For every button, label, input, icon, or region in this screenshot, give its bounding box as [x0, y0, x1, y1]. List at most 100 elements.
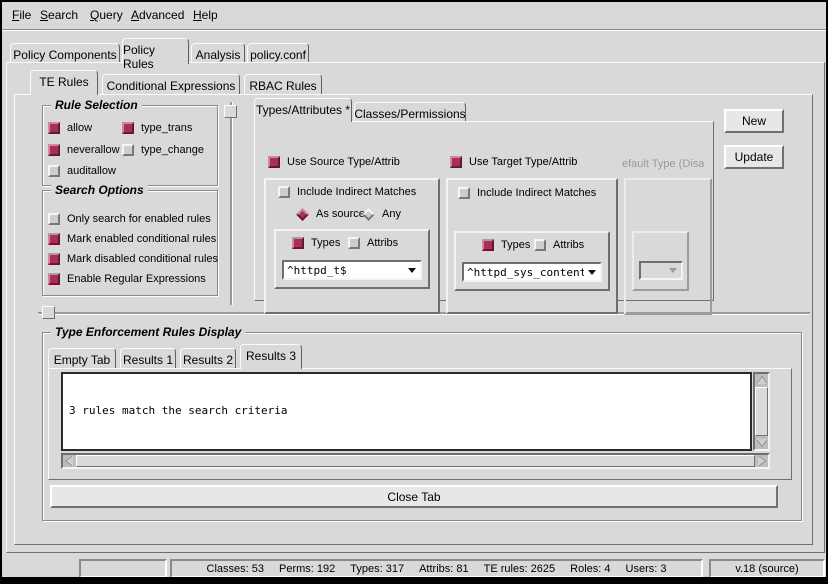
policy-statistics: Classes: 53 Perms: 192 Types: 317 Attrib… — [207, 563, 667, 575]
checkbox-target-indirect[interactable]: Include Indirect Matches — [458, 187, 596, 199]
checkbox-use-target-type[interactable]: Use Target Type/Attrib — [450, 156, 577, 168]
tab-empty-tab[interactable]: Empty Tab — [48, 348, 116, 368]
target-types-checkbox-indicator[interactable] — [482, 239, 494, 251]
checkbox-source-types[interactable]: Types — [292, 237, 340, 249]
status-panel-empty — [79, 559, 167, 578]
horizontal-scroll-thumb[interactable] — [76, 455, 755, 467]
default-type-dropdown-icon — [665, 263, 681, 278]
stat-types: Types: 317 — [350, 563, 404, 575]
menu-query[interactable]: Query — [90, 8, 123, 22]
scroll-left-icon[interactable] — [63, 455, 76, 467]
stat-users: Users: 3 — [626, 563, 667, 575]
te-rules-display-title: Type Enforcement Rules Display — [51, 325, 245, 339]
results-summary-line: 3 rules match the search criteria — [69, 404, 744, 418]
tab-te-rules[interactable]: TE Rules — [30, 70, 98, 95]
horizontal-sash-handle[interactable] — [42, 306, 55, 319]
tab-conditional-expressions[interactable]: Conditional Expressions — [102, 74, 240, 94]
checkbox-source-indirect[interactable]: Include Indirect Matches — [278, 186, 416, 198]
checkbox-enable-regex[interactable]: Enable Regular Expressions — [48, 273, 206, 285]
checkbox-mark-enabled-conditional[interactable]: Mark enabled conditional rules — [48, 233, 216, 245]
use-source-checkbox-indicator[interactable] — [268, 156, 280, 168]
target-attribs-checkbox-indicator[interactable] — [534, 239, 546, 251]
checkbox-target-attribs[interactable]: Attribs — [534, 239, 584, 251]
any-radio-indicator[interactable] — [362, 208, 375, 221]
stat-attribs: Attribs: 81 — [419, 563, 469, 575]
source-type-combobox[interactable]: ^httpd_t$ — [282, 260, 422, 280]
checkbox-source-attribs[interactable]: Attribs — [348, 237, 398, 249]
tab-rbac-rules[interactable]: RBAC Rules — [244, 74, 322, 94]
policy-version: v.18 (source) — [735, 563, 798, 575]
checkbox-auditallow[interactable]: auditallow — [48, 165, 116, 177]
tab-types-attributes[interactable]: Types/Attributes * — [254, 98, 352, 122]
update-button[interactable]: Update — [724, 145, 784, 169]
checkbox-only-enabled-rules[interactable]: Only search for enabled rules — [48, 213, 211, 225]
source-types-checkbox-indicator[interactable] — [292, 237, 304, 249]
scroll-right-icon[interactable] — [755, 455, 768, 467]
allow-checkbox-indicator[interactable] — [48, 122, 60, 134]
source-combo-dropdown-icon[interactable] — [404, 262, 420, 278]
target-combo-dropdown-icon[interactable] — [584, 264, 600, 280]
target-type-combobox[interactable]: ^httpd_sys_content_t$ — [462, 262, 602, 282]
menu-help[interactable]: Help — [193, 8, 218, 22]
tab-policy-components[interactable]: Policy Components — [10, 43, 120, 63]
default-type-label: efault Type (Disa — [622, 158, 714, 170]
vertical-sash-handle[interactable] — [224, 105, 237, 118]
vertical-scroll-thumb[interactable] — [755, 387, 768, 436]
radio-as-source[interactable]: As source — [296, 208, 365, 220]
stat-roles: Roles: 4 — [570, 563, 610, 575]
neverallow-checkbox-indicator[interactable] — [48, 144, 60, 156]
rule-selection-title: Rule Selection — [51, 98, 142, 112]
stat-perms: Perms: 192 — [279, 563, 335, 575]
status-panel-version: v.18 (source) — [709, 559, 825, 578]
tab-policy-rules[interactable]: Policy Rules — [122, 38, 189, 64]
new-button[interactable]: New — [724, 109, 784, 133]
tab-analysis[interactable]: Analysis — [191, 43, 245, 63]
results-horizontal-scrollbar[interactable] — [61, 453, 770, 469]
results-vertical-scrollbar[interactable] — [753, 372, 770, 451]
radio-any[interactable]: Any — [362, 208, 401, 220]
source-indirect-checkbox-indicator[interactable] — [278, 186, 290, 198]
scroll-down-icon[interactable] — [755, 436, 768, 449]
mark-disabled-checkbox-indicator[interactable] — [48, 253, 60, 265]
menubar: File Search Query Advanced Help — [2, 2, 826, 29]
type-change-checkbox-indicator[interactable] — [122, 144, 134, 156]
tab-results-3[interactable]: Results 3 — [240, 344, 302, 369]
tab-results-1[interactable]: Results 1 — [120, 348, 176, 368]
tab-results-2[interactable]: Results 2 — [180, 348, 236, 368]
scroll-up-icon[interactable] — [755, 374, 768, 387]
source-attribs-checkbox-indicator[interactable] — [348, 237, 360, 249]
menu-search[interactable]: Search — [40, 8, 78, 22]
apol-window: File Search Query Advanced Help Policy C… — [0, 0, 828, 584]
checkbox-neverallow[interactable]: neverallow — [48, 144, 120, 156]
as-source-radio-indicator[interactable] — [296, 208, 309, 221]
stat-te-rules: TE rules: 2625 — [484, 563, 556, 575]
mark-enabled-checkbox-indicator[interactable] — [48, 233, 60, 245]
types-attributes-content: Use Source Type/Attrib Include Indirect … — [254, 121, 714, 301]
te-rules-content: Rule Selection allow type_trans neverall… — [14, 94, 813, 545]
status-panel-stats: Classes: 53 Perms: 192 Types: 317 Attrib… — [170, 559, 703, 578]
menu-file[interactable]: File — [12, 8, 31, 22]
target-indirect-checkbox-indicator[interactable] — [458, 187, 470, 199]
stat-classes: Classes: 53 — [207, 563, 264, 575]
only-enabled-checkbox-indicator[interactable] — [48, 213, 60, 225]
vertical-sash[interactable] — [230, 102, 232, 305]
source-type-value[interactable]: ^httpd_t$ — [284, 264, 404, 277]
target-types-frame — [454, 231, 610, 291]
tab-classes-permissions[interactable]: Classes/Permissions — [354, 102, 466, 121]
checkbox-mark-disabled-conditional[interactable]: Mark disabled conditional rules — [48, 253, 218, 265]
checkbox-target-types[interactable]: Types — [482, 239, 530, 251]
enable-regex-checkbox-indicator[interactable] — [48, 273, 60, 285]
checkbox-type-change[interactable]: type_change — [122, 144, 204, 156]
menu-advanced[interactable]: Advanced — [131, 8, 184, 22]
target-type-value[interactable]: ^httpd_sys_content_t$ — [464, 266, 584, 279]
checkbox-type-trans[interactable]: type_trans — [122, 122, 192, 134]
checkbox-allow[interactable]: allow — [48, 122, 92, 134]
close-tab-button[interactable]: Close Tab — [50, 485, 778, 508]
checkbox-use-source-type[interactable]: Use Source Type/Attrib — [268, 156, 400, 168]
type-trans-checkbox-indicator[interactable] — [122, 122, 134, 134]
auditallow-checkbox-indicator[interactable] — [48, 165, 60, 177]
use-target-checkbox-indicator[interactable] — [450, 156, 462, 168]
results-blank-line — [69, 445, 744, 452]
tab-policy-conf[interactable]: policy.conf — [247, 43, 309, 63]
results-textarea[interactable]: 3 rules match the search criteria (5822)… — [61, 372, 752, 451]
